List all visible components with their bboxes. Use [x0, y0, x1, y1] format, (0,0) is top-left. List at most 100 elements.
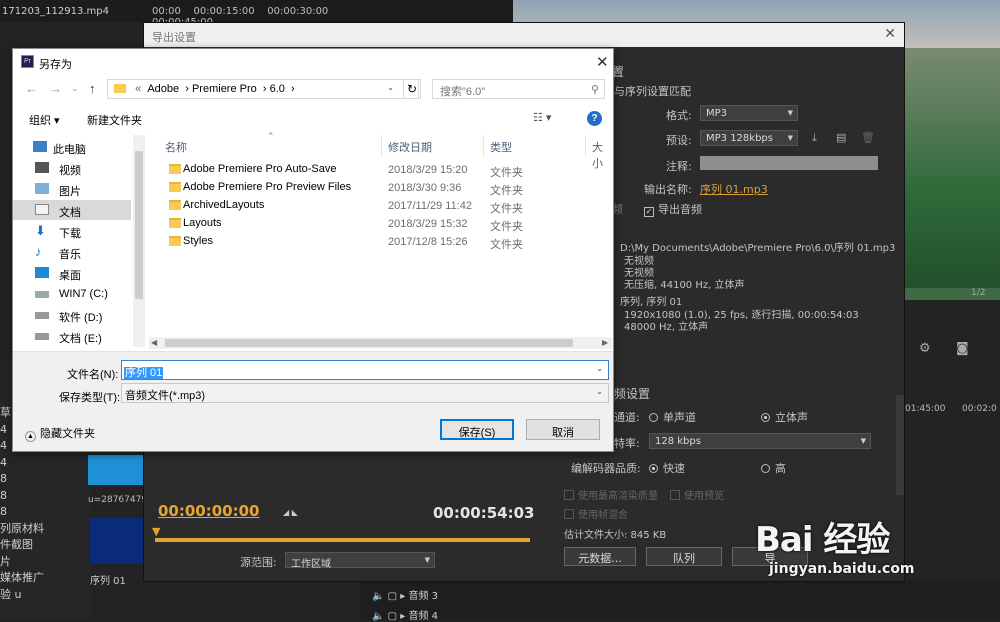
column-header-date[interactable]: 修改日期: [388, 139, 432, 155]
up-arrow-icon[interactable]: ↑: [89, 81, 96, 96]
horizontal-scroll-thumb[interactable]: [165, 339, 573, 347]
chevron-down-icon[interactable]: ⌄: [387, 83, 394, 92]
breadcrumb-version[interactable]: 6.0: [270, 83, 285, 95]
work-area-bar[interactable]: [155, 538, 530, 542]
audio-settings-title: 频设置: [614, 387, 651, 401]
tree-item-drive-e[interactable]: 文档 (E:): [13, 326, 131, 346]
scroll-right-icon[interactable]: ▶: [602, 338, 608, 347]
folder-row[interactable]: Adobe Premiere Pro Preview Files 2018/3/3…: [149, 179, 599, 197]
quality-high-radio[interactable]: 高: [761, 460, 786, 476]
premiere-app-icon: Pr: [21, 55, 34, 68]
sequence-thumbnail[interactable]: [90, 518, 146, 564]
tree-scroll-thumb[interactable]: [135, 151, 143, 299]
metadata-button[interactable]: 元数据...: [564, 547, 636, 566]
address-bar[interactable]: « Adobe › Premiere Pro › 6.0 › ⌄: [107, 79, 419, 99]
project-item[interactable]: 件截图: [0, 537, 60, 554]
project-item[interactable]: 验 u: [0, 587, 60, 604]
project-item[interactable]: 8: [0, 471, 60, 488]
export-audio-checkbox[interactable]: ✓ 导出音频: [644, 201, 702, 217]
close-icon[interactable]: ✕: [596, 53, 609, 71]
settings-scrollbar[interactable]: [896, 395, 904, 495]
summary-line-3: 无压缩, 44100 Hz, 立体声: [624, 280, 745, 291]
tree-item-downloads[interactable]: ⬇ 下载: [13, 221, 131, 241]
tree-item-drive-d[interactable]: 软件 (D:): [13, 305, 131, 325]
save-button[interactable]: 保存(S): [440, 419, 514, 440]
column-divider[interactable]: [585, 135, 586, 157]
tree-item-drive-c[interactable]: WIN7 (C:): [13, 284, 131, 304]
forward-arrow-icon[interactable]: →: [49, 81, 62, 96]
folder-row[interactable]: Adobe Premiere Pro Auto-Save 2018/3/29 15…: [149, 161, 599, 179]
save-preset-icon[interactable]: ⤓: [812, 131, 817, 145]
filename-input[interactable]: 序列 01 ⌄: [121, 360, 609, 380]
tree-item-video[interactable]: 视频: [13, 158, 131, 178]
preset-label: 预设:: [666, 134, 692, 147]
scroll-left-icon[interactable]: ◀: [151, 338, 157, 347]
new-folder-button[interactable]: 新建文件夹: [87, 112, 142, 128]
search-input[interactable]: 搜索"6.0" ⚲: [432, 79, 605, 99]
project-item[interactable]: 片: [0, 554, 60, 571]
tree-item-desktop[interactable]: 桌面: [13, 263, 131, 283]
project-item[interactable]: 4: [0, 455, 60, 472]
column-header-type[interactable]: 类型: [490, 139, 512, 155]
back-arrow-icon[interactable]: ←: [25, 81, 38, 96]
playhead-icon[interactable]: ▼: [152, 525, 160, 538]
format-select[interactable]: MP3 ▼: [700, 105, 798, 121]
thumbnail-image[interactable]: [88, 455, 146, 485]
in-point-marker-icon[interactable]: ◢ ◣: [283, 508, 298, 517]
column-divider[interactable]: [381, 135, 382, 157]
save-as-dialog: Pr 另存为 ✕ ← → ⌄ ↑ « Adobe › Premiere Pro …: [12, 48, 614, 452]
breadcrumb-adobe[interactable]: Adobe: [147, 83, 179, 95]
match-sequence-label[interactable]: 与序列设置匹配: [614, 83, 691, 99]
recent-locations-icon[interactable]: ⌄: [71, 83, 79, 94]
max-render-checkbox[interactable]: 使用最高渲染质量: [564, 487, 658, 502]
tree-item-this-pc[interactable]: 此电脑: [13, 137, 131, 157]
camera-icon[interactable]: ◙: [956, 341, 969, 356]
mono-radio[interactable]: 单声道: [649, 409, 696, 425]
file-list: 名称 ⌃ 修改日期 类型 大小 Adobe Premiere Pro Auto-…: [149, 131, 612, 335]
pc-icon: [33, 141, 47, 152]
filetype-select[interactable]: 音频文件(*.mp3) ⌄: [121, 383, 609, 403]
chevron-down-icon: ▼: [424, 556, 430, 564]
folder-icon: [114, 84, 126, 93]
audio-track-3[interactable]: 🔈 ▢ ▸ 音频 3: [372, 587, 438, 602]
view-options-icon[interactable]: ☷ ▾: [533, 111, 551, 124]
settings-icon[interactable]: ⚙: [919, 341, 931, 356]
breadcrumb-overflow[interactable]: «: [135, 83, 141, 95]
delete-preset-icon[interactable]: 🗑: [861, 131, 875, 144]
comment-input[interactable]: [700, 156, 878, 170]
folder-row[interactable]: Layouts 2018/3/29 15:32 文件夹: [149, 215, 599, 233]
column-divider[interactable]: [483, 135, 484, 157]
help-icon[interactable]: ?: [587, 111, 602, 126]
source-tab-title[interactable]: 171203_112913.mp4: [0, 0, 150, 22]
refresh-icon[interactable]: ↻: [403, 79, 421, 99]
queue-button[interactable]: 队列: [646, 547, 722, 566]
bitrate-select[interactable]: 128 kbps ▼: [649, 433, 871, 449]
column-header-name[interactable]: 名称: [165, 139, 187, 155]
export-dialog-title: 导出设置: [144, 23, 904, 47]
folder-row[interactable]: Styles 2017/12/8 15:26 文件夹: [149, 233, 599, 251]
hide-folders-toggle[interactable]: ▲ 隐藏文件夹: [25, 425, 95, 442]
use-preview-checkbox[interactable]: 使用预览: [670, 487, 724, 502]
source-range-select[interactable]: 工作区域 ▼: [285, 552, 435, 570]
stereo-radio[interactable]: 立体声: [761, 409, 808, 425]
output-name-link[interactable]: 序列 01.mp3: [700, 181, 768, 197]
project-item[interactable]: 媒体推广: [0, 570, 60, 587]
close-icon[interactable]: ✕: [884, 26, 896, 42]
cancel-button[interactable]: 取消: [526, 419, 600, 440]
tree-item-documents[interactable]: 文档: [13, 200, 131, 220]
tree-item-pictures[interactable]: 图片: [13, 179, 131, 199]
import-preset-icon[interactable]: ▤: [836, 131, 846, 144]
preset-select[interactable]: MP3 128kbps ▼: [700, 130, 798, 146]
organize-menu[interactable]: 组织 ▾: [29, 112, 60, 128]
quality-fast-radio[interactable]: 快速: [649, 460, 685, 476]
current-timecode[interactable]: 00:00:00:00: [158, 502, 260, 520]
right-timecode-1: 01:45:00: [905, 404, 946, 414]
frame-blend-checkbox[interactable]: 使用帧混合: [564, 506, 628, 521]
tree-item-music[interactable]: ♪ 音乐: [13, 242, 131, 262]
breadcrumb-premiere[interactable]: Premiere Pro: [192, 83, 257, 95]
folder-row[interactable]: ArchivedLayouts 2017/11/29 11:42 文件夹: [149, 197, 599, 215]
project-item[interactable]: 8: [0, 504, 60, 521]
drive-icon: [35, 291, 49, 298]
project-item[interactable]: 列原材料: [0, 521, 60, 538]
project-item[interactable]: 8: [0, 488, 60, 505]
